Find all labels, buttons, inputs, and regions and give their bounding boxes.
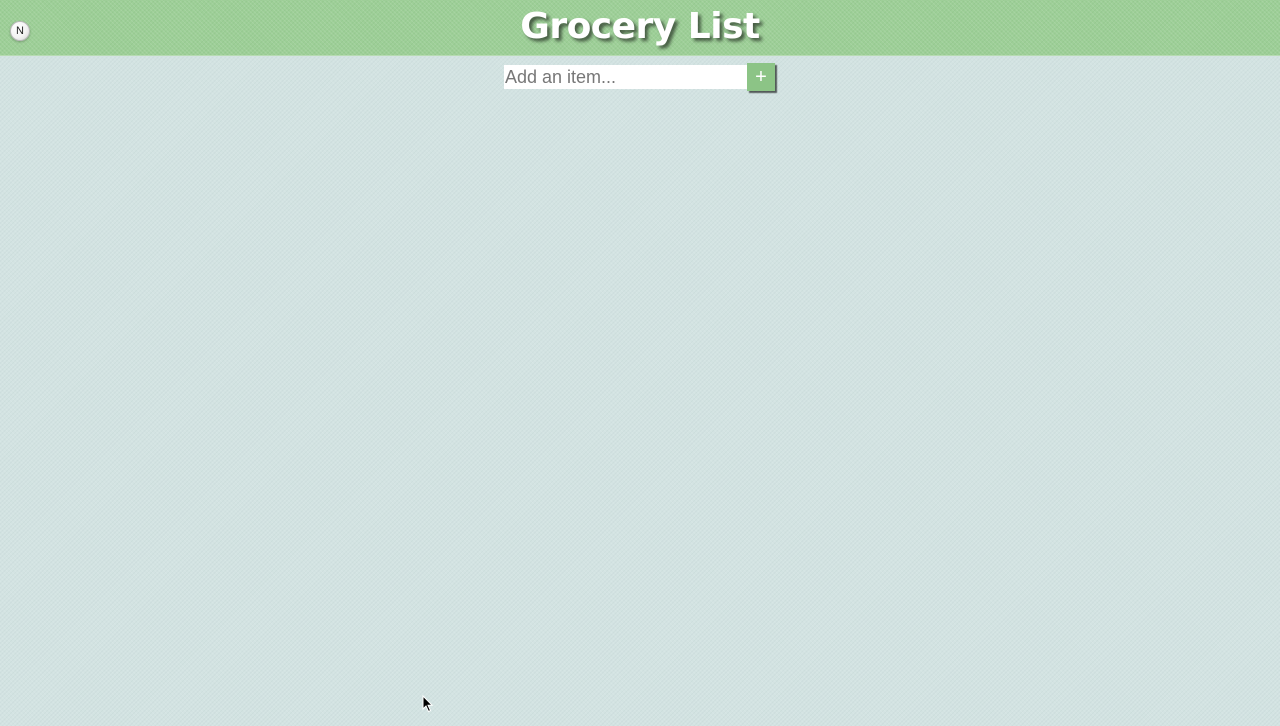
add-item-form: +	[504, 63, 775, 91]
app-header: N Grocery List	[0, 0, 1280, 56]
add-item-button[interactable]: +	[747, 63, 775, 91]
mouse-pointer-icon	[422, 695, 434, 713]
page-title: Grocery List	[520, 6, 760, 47]
add-item-input[interactable]	[504, 65, 747, 89]
